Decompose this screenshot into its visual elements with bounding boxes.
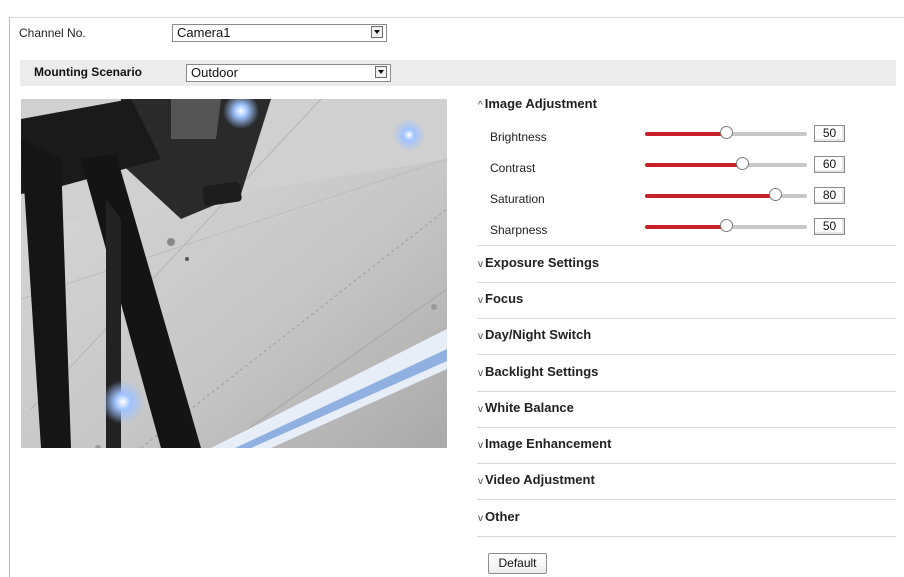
mounting-scenario-select[interactable]: Outdoor — [186, 64, 391, 82]
backlight-settings-header[interactable]: v Backlight Settings — [478, 364, 598, 379]
sharpness-slider-handle[interactable] — [720, 219, 733, 232]
section-divider — [477, 245, 896, 246]
image-enhancement-header[interactable]: v Image Enhancement — [478, 436, 611, 451]
section-divider — [477, 499, 896, 500]
section-divider — [477, 391, 896, 392]
contrast-slider-handle[interactable] — [736, 157, 749, 170]
channel-select[interactable]: Camera1 — [172, 24, 387, 42]
sharpness-label: Sharpness — [490, 223, 548, 237]
section-divider — [477, 536, 896, 537]
image-enhancement-title: Image Enhancement — [485, 436, 612, 451]
saturation-slider-fill — [645, 194, 775, 198]
video-adjustment-title: Video Adjustment — [485, 472, 595, 487]
backlight-settings-title: Backlight Settings — [485, 364, 599, 379]
white-balance-title: White Balance — [485, 400, 574, 415]
brightness-slider[interactable] — [645, 126, 807, 139]
section-divider — [477, 282, 896, 283]
saturation-slider-handle[interactable] — [769, 188, 782, 201]
chevron-down-icon: v — [478, 331, 483, 342]
mounting-scenario-value: Outdoor — [191, 65, 238, 80]
image-adjustment-title: Image Adjustment — [484, 96, 597, 111]
exposure-settings-title: Exposure Settings — [485, 255, 600, 270]
saturation-label: Saturation — [490, 192, 545, 206]
sharpness-slider-fill — [645, 225, 726, 229]
channel-label: Channel No. — [19, 26, 86, 40]
image-adjustment-header[interactable]: ^ Image Adjustment — [478, 96, 597, 111]
contrast-slider[interactable] — [645, 157, 807, 170]
mounting-scenario-label: Mounting Scenario — [34, 65, 142, 79]
section-divider — [477, 318, 896, 319]
focus-title: Focus — [485, 291, 524, 306]
chevron-down-icon[interactable] — [371, 26, 383, 38]
chevron-down-icon: v — [478, 295, 483, 306]
chevron-down-icon: v — [478, 476, 483, 487]
day-night-switch-title: Day/Night Switch — [485, 327, 592, 342]
live-view-image — [21, 99, 447, 448]
section-divider — [477, 463, 896, 464]
chevron-up-icon: ^ — [478, 100, 483, 111]
contrast-slider-fill — [645, 163, 742, 167]
saturation-value[interactable]: 80 — [814, 187, 845, 204]
exposure-settings-header[interactable]: v Exposure Settings — [478, 255, 599, 270]
day-night-switch-header[interactable]: v Day/Night Switch — [478, 327, 591, 342]
other-title: Other — [485, 509, 520, 524]
saturation-slider[interactable] — [645, 188, 807, 201]
brightness-slider-fill — [645, 132, 726, 136]
chevron-down-icon[interactable] — [375, 66, 387, 78]
sharpness-slider[interactable] — [645, 219, 807, 232]
chevron-down-icon: v — [478, 259, 483, 270]
section-divider — [477, 427, 896, 428]
chevron-down-icon: v — [478, 513, 483, 524]
sharpness-value[interactable]: 50 — [814, 218, 845, 235]
video-adjustment-header[interactable]: v Video Adjustment — [478, 472, 595, 487]
section-divider — [477, 354, 896, 355]
brightness-value[interactable]: 50 — [814, 125, 845, 142]
mounting-scenario-bar: Mounting Scenario — [20, 60, 896, 86]
channel-select-value: Camera1 — [177, 25, 231, 40]
default-button[interactable]: Default — [488, 553, 547, 574]
chevron-down-icon: v — [478, 404, 483, 415]
contrast-label: Contrast — [490, 161, 536, 175]
other-header[interactable]: v Other — [478, 509, 520, 524]
brightness-label: Brightness — [490, 130, 547, 144]
brightness-slider-handle[interactable] — [720, 126, 733, 139]
chevron-down-icon: v — [478, 368, 483, 379]
chevron-down-icon: v — [478, 440, 483, 451]
contrast-value[interactable]: 60 — [814, 156, 845, 173]
camera-view-picture — [21, 99, 447, 448]
white-balance-header[interactable]: v White Balance — [478, 400, 574, 415]
focus-header[interactable]: v Focus — [478, 291, 523, 306]
